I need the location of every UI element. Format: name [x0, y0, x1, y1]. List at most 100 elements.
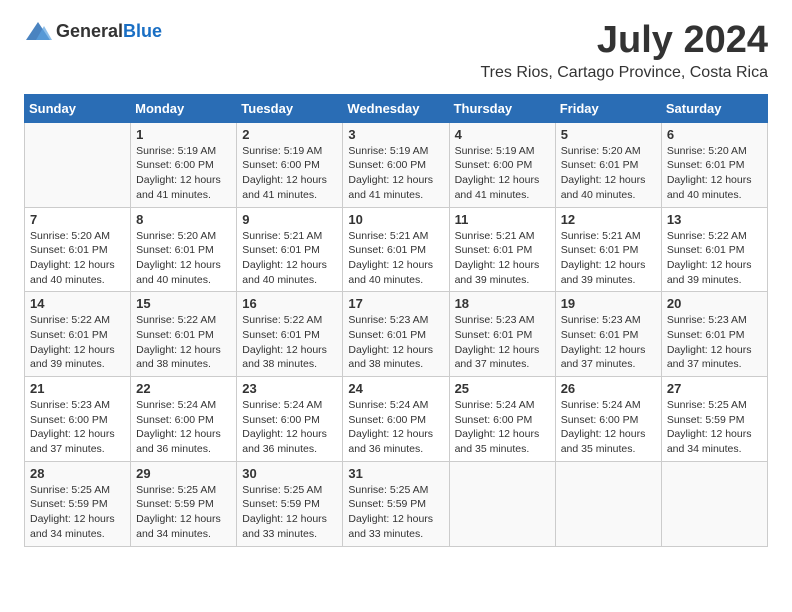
- day-number: 8: [136, 212, 231, 227]
- calendar-cell: 30Sunrise: 5:25 AMSunset: 5:59 PMDayligh…: [237, 461, 343, 546]
- cell-content: Sunrise: 5:23 AMSunset: 6:00 PMDaylight:…: [30, 398, 125, 457]
- calendar-cell: 11 Sunrise: 5:21 AMSunset: 6:01 PMDayligh…: [449, 207, 555, 292]
- calendar-cell: 9 Sunrise: 5:21 AMSunset: 6:01 PMDaylight…: [237, 207, 343, 292]
- cell-content: Sunrise: 5:24 AMSunset: 6:00 PMDaylight:…: [348, 398, 443, 457]
- calendar-cell: 4 Sunrise: 5:19 AMSunset: 6:00 PMDaylight…: [449, 122, 555, 207]
- day-number: 24: [348, 381, 443, 396]
- calendar-cell: 21 Sunrise: 5:23 AMSunset: 6:00 PMDayligh…: [25, 377, 131, 462]
- calendar-week-1: 1 Sunrise: 5:19 AMSunset: 6:00 PMDaylight…: [25, 122, 768, 207]
- calendar-week-4: 21 Sunrise: 5:23 AMSunset: 6:00 PMDayligh…: [25, 377, 768, 462]
- cell-content: Sunrise: 5:21 AMSunset: 6:01 PMDaylight:…: [455, 229, 550, 288]
- day-number: 10: [348, 212, 443, 227]
- cell-content: Sunrise: 5:20 AMSunset: 6:01 PMDaylight:…: [561, 144, 656, 203]
- calendar-cell: [555, 461, 661, 546]
- calendar-week-3: 14 Sunrise: 5:22 AMSunset: 6:01 PMDayligh…: [25, 292, 768, 377]
- calendar-cell: 12Sunrise: 5:21 AMSunset: 6:01 PMDayligh…: [555, 207, 661, 292]
- calendar-cell: 8Sunrise: 5:20 AMSunset: 6:01 PMDaylight…: [131, 207, 237, 292]
- calendar-cell: 29Sunrise: 5:25 AMSunset: 5:59 PMDayligh…: [131, 461, 237, 546]
- day-number: 29: [136, 466, 231, 481]
- day-number: 13: [667, 212, 762, 227]
- cell-content: Sunrise: 5:21 AMSunset: 6:01 PMDaylight:…: [242, 229, 337, 288]
- day-number: 17: [348, 296, 443, 311]
- cell-content: Sunrise: 5:25 AMSunset: 5:59 PMDaylight:…: [242, 483, 337, 542]
- cell-content: Sunrise: 5:23 AMSunset: 6:01 PMDaylight:…: [348, 313, 443, 372]
- calendar-week-5: 28 Sunrise: 5:25 AMSunset: 5:59 PMDayligh…: [25, 461, 768, 546]
- calendar-cell: 15 Sunrise: 5:22 AMSunset: 6:01 PMDayligh…: [131, 292, 237, 377]
- calendar-cell: [449, 461, 555, 546]
- cell-content: Sunrise: 5:19 AMSunset: 6:00 PMDaylight:…: [455, 144, 550, 203]
- cell-content: Sunrise: 5:19 AMSunset: 6:00 PMDaylight:…: [136, 144, 231, 203]
- month-title: July 2024: [480, 20, 768, 62]
- cell-content: Sunrise: 5:22 AMSunset: 6:01 PMDaylight:…: [30, 313, 125, 372]
- day-number: 2: [242, 127, 337, 142]
- cell-content: Sunrise: 5:24 AMSunset: 6:00 PMDaylight:…: [561, 398, 656, 457]
- day-number: 28: [30, 466, 125, 481]
- cell-content: Sunrise: 5:25 AMSunset: 5:59 PMDaylight:…: [30, 483, 125, 542]
- day-number: 22: [136, 381, 231, 396]
- day-number: 4: [455, 127, 550, 142]
- cell-content: Sunrise: 5:22 AMSunset: 6:01 PMDaylight:…: [136, 313, 231, 372]
- cell-content: Sunrise: 5:22 AMSunset: 6:01 PMDaylight:…: [667, 229, 762, 288]
- calendar-cell: 10 Sunrise: 5:21 AMSunset: 6:01 PMDayligh…: [343, 207, 449, 292]
- cell-content: Sunrise: 5:22 AMSunset: 6:01 PMDaylight:…: [242, 313, 337, 372]
- calendar-cell: [661, 461, 767, 546]
- day-number: 18: [455, 296, 550, 311]
- cell-content: Sunrise: 5:19 AMSunset: 6:00 PMDaylight:…: [242, 144, 337, 203]
- header-wednesday: Wednesday: [343, 94, 449, 122]
- calendar-cell: 26Sunrise: 5:24 AMSunset: 6:00 PMDayligh…: [555, 377, 661, 462]
- header-saturday: Saturday: [661, 94, 767, 122]
- header-monday: Monday: [131, 94, 237, 122]
- day-number: 7: [30, 212, 125, 227]
- day-number: 20: [667, 296, 762, 311]
- cell-content: Sunrise: 5:25 AMSunset: 5:59 PMDaylight:…: [348, 483, 443, 542]
- day-number: 19: [561, 296, 656, 311]
- calendar-cell: [25, 122, 131, 207]
- calendar-cell: 23Sunrise: 5:24 AMSunset: 6:00 PMDayligh…: [237, 377, 343, 462]
- day-number: 5: [561, 127, 656, 142]
- calendar-cell: 1 Sunrise: 5:19 AMSunset: 6:00 PMDaylight…: [131, 122, 237, 207]
- cell-content: Sunrise: 5:20 AMSunset: 6:01 PMDaylight:…: [30, 229, 125, 288]
- calendar-cell: 19Sunrise: 5:23 AMSunset: 6:01 PMDayligh…: [555, 292, 661, 377]
- calendar-table: SundayMondayTuesdayWednesdayThursdayFrid…: [24, 94, 768, 547]
- day-number: 31: [348, 466, 443, 481]
- calendar-cell: 17 Sunrise: 5:23 AMSunset: 6:01 PMDayligh…: [343, 292, 449, 377]
- day-number: 27: [667, 381, 762, 396]
- logo-blue: Blue: [123, 21, 162, 41]
- header-tuesday: Tuesday: [237, 94, 343, 122]
- title-area: July 2024 Tres Rios, Cartago Province, C…: [480, 20, 768, 82]
- cell-content: Sunrise: 5:21 AMSunset: 6:01 PMDaylight:…: [561, 229, 656, 288]
- calendar-cell: 3 Sunrise: 5:19 AMSunset: 6:00 PMDaylight…: [343, 122, 449, 207]
- day-number: 3: [348, 127, 443, 142]
- day-number: 1: [136, 127, 231, 142]
- calendar-cell: 13 Sunrise: 5:22 AMSunset: 6:01 PMDayligh…: [661, 207, 767, 292]
- calendar-cell: 16 Sunrise: 5:22 AMSunset: 6:01 PMDayligh…: [237, 292, 343, 377]
- day-number: 14: [30, 296, 125, 311]
- calendar-cell: 28 Sunrise: 5:25 AMSunset: 5:59 PMDayligh…: [25, 461, 131, 546]
- calendar-header-row: SundayMondayTuesdayWednesdayThursdayFrid…: [25, 94, 768, 122]
- logo-icon: [24, 20, 52, 42]
- day-number: 6: [667, 127, 762, 142]
- cell-content: Sunrise: 5:19 AMSunset: 6:00 PMDaylight:…: [348, 144, 443, 203]
- logo-text: GeneralBlue: [56, 21, 162, 42]
- day-number: 11: [455, 212, 550, 227]
- calendar-cell: 22Sunrise: 5:24 AMSunset: 6:00 PMDayligh…: [131, 377, 237, 462]
- day-number: 16: [242, 296, 337, 311]
- header-friday: Friday: [555, 94, 661, 122]
- day-number: 21: [30, 381, 125, 396]
- cell-content: Sunrise: 5:23 AMSunset: 6:01 PMDaylight:…: [455, 313, 550, 372]
- cell-content: Sunrise: 5:21 AMSunset: 6:01 PMDaylight:…: [348, 229, 443, 288]
- cell-content: Sunrise: 5:20 AMSunset: 6:01 PMDaylight:…: [667, 144, 762, 203]
- day-number: 9: [242, 212, 337, 227]
- day-number: 25: [455, 381, 550, 396]
- day-number: 23: [242, 381, 337, 396]
- calendar-cell: 5 Sunrise: 5:20 AMSunset: 6:01 PMDaylight…: [555, 122, 661, 207]
- calendar-cell: 18 Sunrise: 5:23 AMSunset: 6:01 PMDayligh…: [449, 292, 555, 377]
- calendar-cell: 27 Sunrise: 5:25 AMSunset: 5:59 PMDayligh…: [661, 377, 767, 462]
- header-sunday: Sunday: [25, 94, 131, 122]
- calendar-cell: 7 Sunrise: 5:20 AMSunset: 6:01 PMDaylight…: [25, 207, 131, 292]
- location-title: Tres Rios, Cartago Province, Costa Rica: [480, 64, 768, 82]
- cell-content: Sunrise: 5:25 AMSunset: 5:59 PMDaylight:…: [667, 398, 762, 457]
- calendar-cell: 20Sunrise: 5:23 AMSunset: 6:01 PMDayligh…: [661, 292, 767, 377]
- day-number: 15: [136, 296, 231, 311]
- logo: GeneralBlue: [24, 20, 162, 42]
